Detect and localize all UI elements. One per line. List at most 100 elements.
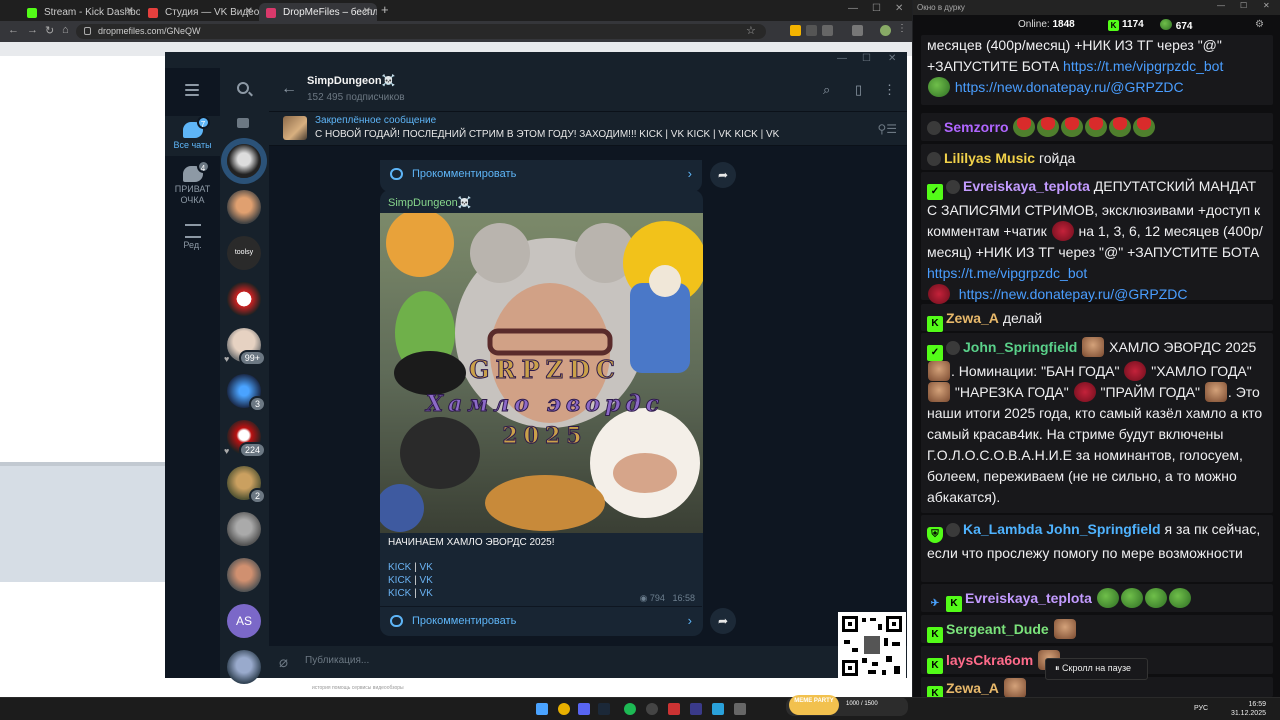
page-footer-links[interactable]: история помощь сервисы видеообзоры	[312, 685, 404, 691]
search-icon[interactable]: ⌕	[823, 82, 830, 98]
post-author[interactable]: SimpDungeon☠️	[388, 196, 471, 209]
vk-link[interactable]: VK	[420, 575, 433, 586]
chat-avatar[interactable]: 2	[227, 466, 266, 504]
extension-icon[interactable]	[806, 25, 817, 36]
search-icon[interactable]	[237, 82, 249, 94]
reload-icon[interactable]: ↻	[45, 24, 54, 37]
channel-title[interactable]: SimpDungeon☠️	[307, 74, 395, 87]
chat-avatar[interactable]	[227, 650, 261, 684]
message-link[interactable]: https://new.donatepay.ru/@GRPZDC	[959, 286, 1188, 302]
tab-kick-dashboard[interactable]: Stream - Kick Dashboard ✕	[20, 3, 140, 21]
site-info-icon[interactable]	[84, 27, 91, 35]
extension-icon[interactable]	[790, 25, 801, 36]
close-window-icon[interactable]: ✕	[1263, 1, 1270, 10]
attach-paperclip-icon[interactable]: ⌀	[279, 653, 288, 671]
chat-avatar[interactable]	[227, 512, 261, 546]
username[interactable]: Ka_Lambda	[963, 521, 1042, 537]
minimize-icon[interactable]: —	[837, 53, 847, 64]
bookmark-star-icon[interactable]: ☆	[746, 24, 756, 37]
chrome-icon[interactable]	[558, 703, 570, 715]
menu-dots-icon[interactable]: ⋮	[897, 23, 908, 34]
kick-link[interactable]: KICK	[388, 562, 411, 573]
chat-avatar[interactable]: toolsy	[227, 236, 261, 270]
close-window-icon[interactable]: ✕	[895, 3, 903, 14]
chat-avatar[interactable]: ♥ 99+	[224, 328, 266, 366]
share-button[interactable]: ➦	[710, 162, 736, 188]
menu-hamburger-icon[interactable]	[185, 84, 199, 99]
close-window-icon[interactable]: ✕	[888, 53, 896, 64]
sidebar-toggle-icon[interactable]: ▯	[855, 82, 862, 98]
close-tab-icon[interactable]: ✕	[126, 6, 134, 17]
back-icon[interactable]: ←	[8, 24, 19, 36]
tab-vk-studio[interactable]: Студия — VK Видео Live ✕	[141, 3, 259, 21]
composer-input[interactable]: Публикация...	[305, 655, 369, 666]
close-tab-icon[interactable]: ✕	[245, 6, 253, 17]
close-tab-icon[interactable]: ✕	[363, 6, 371, 17]
vk-link[interactable]: VK	[420, 562, 433, 573]
folder-privat[interactable]: 4 ПРИВАТ ОЧКА	[165, 160, 220, 210]
comment-button[interactable]: Прокомментировать ›	[380, 160, 702, 190]
new-tab-button[interactable]: +	[381, 2, 389, 17]
chat-avatar[interactable]	[227, 558, 261, 592]
username[interactable]: Zewa_A	[946, 310, 999, 326]
back-arrow-icon[interactable]: ←	[281, 80, 297, 98]
chat-avatar[interactable]	[227, 190, 261, 224]
home-icon[interactable]: ⌂	[62, 24, 69, 36]
pepe-emote-icon	[1144, 588, 1167, 608]
mention[interactable]: John_Springfield	[1046, 521, 1160, 537]
vk-link[interactable]: VK	[420, 588, 433, 599]
steam-icon[interactable]	[598, 703, 610, 715]
minimize-icon[interactable]: —	[848, 3, 858, 14]
discord-icon[interactable]	[578, 703, 590, 715]
download-icon[interactable]	[852, 25, 863, 36]
app-icon[interactable]	[690, 703, 702, 715]
message-link[interactable]: https://t.me/vipgrpzdc_bot	[927, 265, 1087, 281]
pinned-message-bar[interactable]: Закреплённое сообщение С НОВОЙ ГОДАЙ! ПО…	[269, 112, 907, 146]
telegram-icon[interactable]	[712, 703, 724, 715]
minimize-icon[interactable]: —	[1217, 1, 1225, 10]
extensions-puzzle-icon[interactable]	[822, 25, 833, 36]
message-link[interactable]: https://new.donatepay.ru/@GRPZDC	[955, 79, 1184, 95]
settings-gear-icon[interactable]: ⚙	[1255, 19, 1264, 30]
pin-list-icon[interactable]: ⚲☰	[877, 122, 897, 136]
folder-all-chats[interactable]: 7 Все чаты	[165, 116, 220, 156]
share-button[interactable]: ➦	[710, 608, 736, 634]
username[interactable]: Semzorro	[944, 119, 1009, 135]
folder-edit[interactable]: Ред.	[165, 218, 220, 258]
input-language[interactable]: РУС	[1194, 705, 1208, 712]
app-icon[interactable]	[734, 703, 746, 715]
username[interactable]: Sergeant_Dude	[946, 621, 1049, 637]
more-dots-icon[interactable]: ⋮	[883, 82, 896, 98]
scroll-paused-button[interactable]: ⏸ Скролл на паузе	[1045, 658, 1148, 680]
username[interactable]: Evreiskaya_teplota	[965, 590, 1092, 606]
chat-avatar-as[interactable]: AS	[227, 604, 261, 638]
archive-icon[interactable]	[237, 118, 249, 128]
comment-button[interactable]: Прокомментировать ›	[380, 606, 702, 636]
maximize-icon[interactable]: ☐	[862, 53, 871, 64]
username[interactable]: John_Springfield	[963, 339, 1077, 355]
post-image[interactable]: GRPZDC Хамло эвордс 2025	[380, 213, 703, 533]
kick-link[interactable]: KICK	[388, 588, 411, 599]
username[interactable]: Lililyas Music	[944, 150, 1035, 166]
chat-avatar[interactable]: 3	[227, 374, 266, 412]
kick-link[interactable]: KICK	[388, 575, 411, 586]
system-clock[interactable]: 16:59 31.12.2025	[1231, 700, 1266, 718]
username[interactable]: Zewa_A	[946, 680, 999, 696]
tab-dropmefiles[interactable]: DropMeFiles – бесплатный фа... ✕	[259, 3, 377, 21]
windows-start-icon[interactable]	[536, 703, 548, 715]
chat-avatar[interactable]	[227, 282, 261, 316]
spotify-icon[interactable]	[624, 703, 636, 715]
profile-avatar-icon[interactable]	[880, 25, 891, 36]
maximize-icon[interactable]: ☐	[1240, 1, 1247, 10]
message-link[interactable]: https://t.me/vipgrpzdc_bot	[1063, 58, 1223, 74]
obs-icon[interactable]	[646, 703, 658, 715]
face-emote-icon	[928, 361, 950, 381]
maximize-icon[interactable]: ☐	[872, 3, 881, 14]
app-icon[interactable]	[668, 703, 680, 715]
chat-avatar-simpdungeon[interactable]	[227, 144, 261, 178]
url-input[interactable]: dropmefiles.com/GNeQW	[76, 24, 766, 39]
username[interactable]: Evreiskaya_teplota	[963, 178, 1090, 194]
chat-avatar[interactable]: ♥ 224	[224, 420, 266, 458]
forward-icon[interactable]: →	[27, 24, 38, 36]
username[interactable]: laysCkra6om	[946, 652, 1033, 668]
